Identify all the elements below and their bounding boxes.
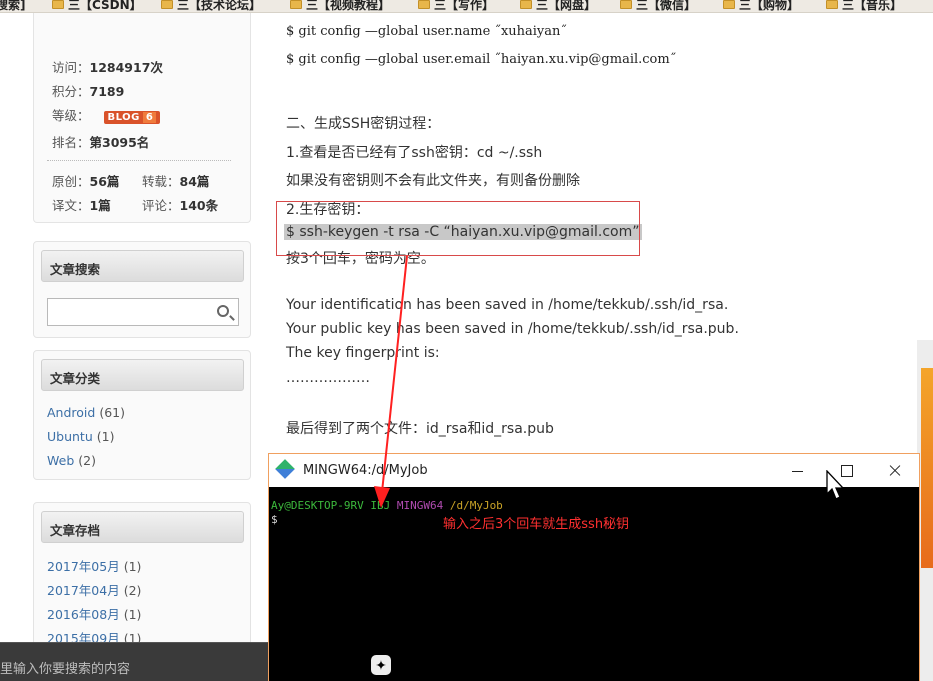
bookmark-item[interactable]: 三【音乐】 [826,0,902,12]
search-icon[interactable] [217,305,229,317]
folder-icon [161,0,173,9]
category-link[interactable]: Ubuntu (1) [47,429,114,444]
highlight-box [276,201,640,256]
stat-level: 等级： BLOG 6 [52,105,161,124]
terminal-console[interactable]: Ay@DESKTOP-9RV IBJ MINGW64 /d/MyJob $ 输入… [269,487,919,681]
article-text: 最后得到了两个文件：id_rsa和id_rsa.pub [286,421,554,437]
article-text: 1.查看是否已经有了ssh密钥：cd ~/.ssh [286,145,543,161]
terminal-titlebar[interactable]: MINGW64:/d/MyJob [269,454,919,487]
bookmark-item[interactable]: 三【视频教程】 [290,0,390,12]
stat-rank: 排名：第3095名 [52,135,150,150]
output-line: Your identification has been saved in /h… [286,297,729,313]
archive-link[interactable]: 2017年04月 (2) [47,580,141,599]
close-button[interactable] [871,454,919,487]
bookmark-item[interactable]: 三【网盘】 [520,0,596,12]
section-heading: 二、生成SSH密钥过程： [286,116,441,132]
search-placeholder: 里输入你要搜索的内容 [0,662,131,677]
divider [47,160,231,161]
stat-original: 原创：56篇 [52,174,120,189]
panel-title: 文章分类 [41,359,244,391]
category-link[interactable]: Android (61) [47,405,125,420]
code-line: $ git config —global user.name ˝xuhaiyan… [286,24,567,39]
app-logo-icon [369,653,393,677]
bookmark-item[interactable]: 三【微信】 [620,0,696,12]
article-text: 如果没有密钥则不会有此文件夹，有则备份删除 [286,173,580,189]
bookmark-item[interactable]: 搜索] [0,0,26,12]
panel-title: 文章搜索 [41,250,244,282]
folder-icon [520,0,532,9]
bookmark-item[interactable]: 三【写作】 [418,0,494,12]
ad-image [921,368,933,568]
article-archive-panel: 文章存档 2017年05月 (1) 2017年04月 (2) 2016年08月 … [33,502,251,662]
article-category-panel: 文章分类 Android (61) Ubuntu (1) Web (2) [33,350,251,480]
output-line: Your public key has been saved in /home/… [286,321,739,337]
stat-repost: 转载：84篇 [142,174,210,189]
stat-points: 积分：7189 [52,84,125,99]
folder-icon [52,0,64,9]
category-link[interactable]: Web (2) [47,453,96,468]
git-bash-icon [275,459,295,479]
archive-link[interactable]: 2017年05月 (1) [47,556,141,575]
stat-comments: 评论：140条 [142,198,219,213]
annotation-text: 输入之后3个回车就生成ssh秘钥 [443,517,630,532]
output-line: The key fingerprint is: [286,345,440,361]
stat-translate: 译文：1篇 [52,198,111,213]
code-line: $ git config —global user.email ˝haiyan.… [286,52,677,67]
output-line: ……………… [286,370,370,386]
level-badge: BLOG 6 [103,111,161,124]
folder-icon [620,0,632,9]
article-search-panel: 文章搜索 [33,241,251,338]
bookmarks-bar: 搜索] 三【CSDN】 三【技术论坛】 三【视频教程】 三【写作】 三【网盘】 … [0,0,933,13]
folder-icon [723,0,735,9]
folder-icon [418,0,430,9]
shell-cursor: $ [271,513,278,526]
archive-link[interactable]: 2016年08月 (1) [47,604,141,623]
bookmark-item[interactable]: 三【技术论坛】 [161,0,261,12]
window-title: MINGW64:/d/MyJob [303,463,428,478]
mouse-pointer-icon [826,470,845,500]
folder-icon [826,0,838,9]
stat-visits: 访问：1284917次 [52,60,163,75]
panel-title: 文章存档 [41,511,244,543]
bookmark-item[interactable]: 三【购物】 [723,0,799,12]
bottom-search-bar[interactable]: 里输入你要搜索的内容 [0,642,270,681]
minimize-button[interactable] [773,454,821,487]
blog-profile-panel: 访问：1284917次 积分：7189 等级： BLOG 6 排名：第3095名 … [33,13,251,223]
shell-prompt: Ay@DESKTOP-9RV IBJ MINGW64 /d/MyJob [271,499,503,512]
folder-icon [290,0,302,9]
article-search-input[interactable] [47,298,239,326]
bookmark-item[interactable]: 三【CSDN】 [52,0,142,12]
terminal-window[interactable]: MINGW64:/d/MyJob Ay@DESKTOP-9RV IBJ MING… [268,453,920,681]
